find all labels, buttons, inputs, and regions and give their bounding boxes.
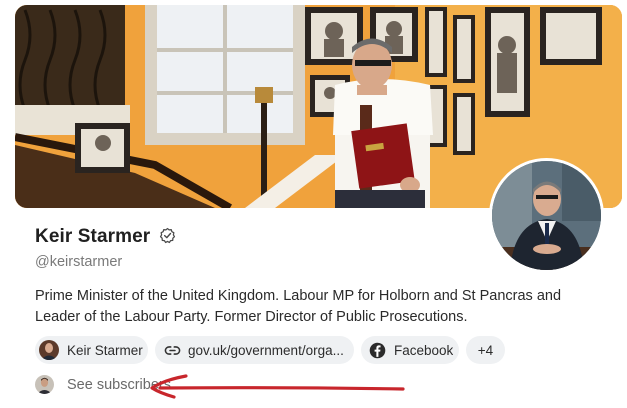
see-subscribers-label: See subscribers bbox=[67, 376, 171, 393]
profile-page: Keir Starmer @keirstarmer Prime Minister… bbox=[0, 0, 627, 408]
profile-name: Keir Starmer bbox=[35, 226, 151, 247]
profile-handle: @keirstarmer bbox=[35, 254, 123, 270]
facebook-icon bbox=[369, 342, 386, 358]
subscriber-avatar bbox=[35, 375, 54, 394]
chip-avatar bbox=[39, 340, 59, 360]
chip-more-links[interactable]: +4 bbox=[466, 336, 505, 364]
chip-label: +4 bbox=[477, 342, 494, 358]
avatar-illustration bbox=[492, 161, 601, 270]
verified-badge-icon[interactable] bbox=[159, 227, 176, 244]
chip-facebook-link[interactable]: Facebook bbox=[361, 336, 459, 364]
name-row: Keir Starmer bbox=[35, 226, 176, 248]
chip-label: Keir Starmer bbox=[67, 342, 143, 358]
chip-label: gov.uk/government/orga... bbox=[188, 342, 344, 358]
see-subscribers-link[interactable]: See subscribers bbox=[35, 375, 171, 394]
chip-channel-keir-starmer[interactable]: Keir Starmer bbox=[35, 336, 148, 364]
profile-avatar[interactable] bbox=[489, 158, 604, 273]
red-arrow-annotation bbox=[150, 374, 405, 399]
chip-label: Facebook bbox=[394, 342, 454, 358]
profile-bio: Prime Minister of the United Kingdom. La… bbox=[35, 288, 562, 325]
link-icon bbox=[164, 345, 181, 355]
chip-website-link[interactable]: gov.uk/government/orga... bbox=[155, 336, 354, 364]
